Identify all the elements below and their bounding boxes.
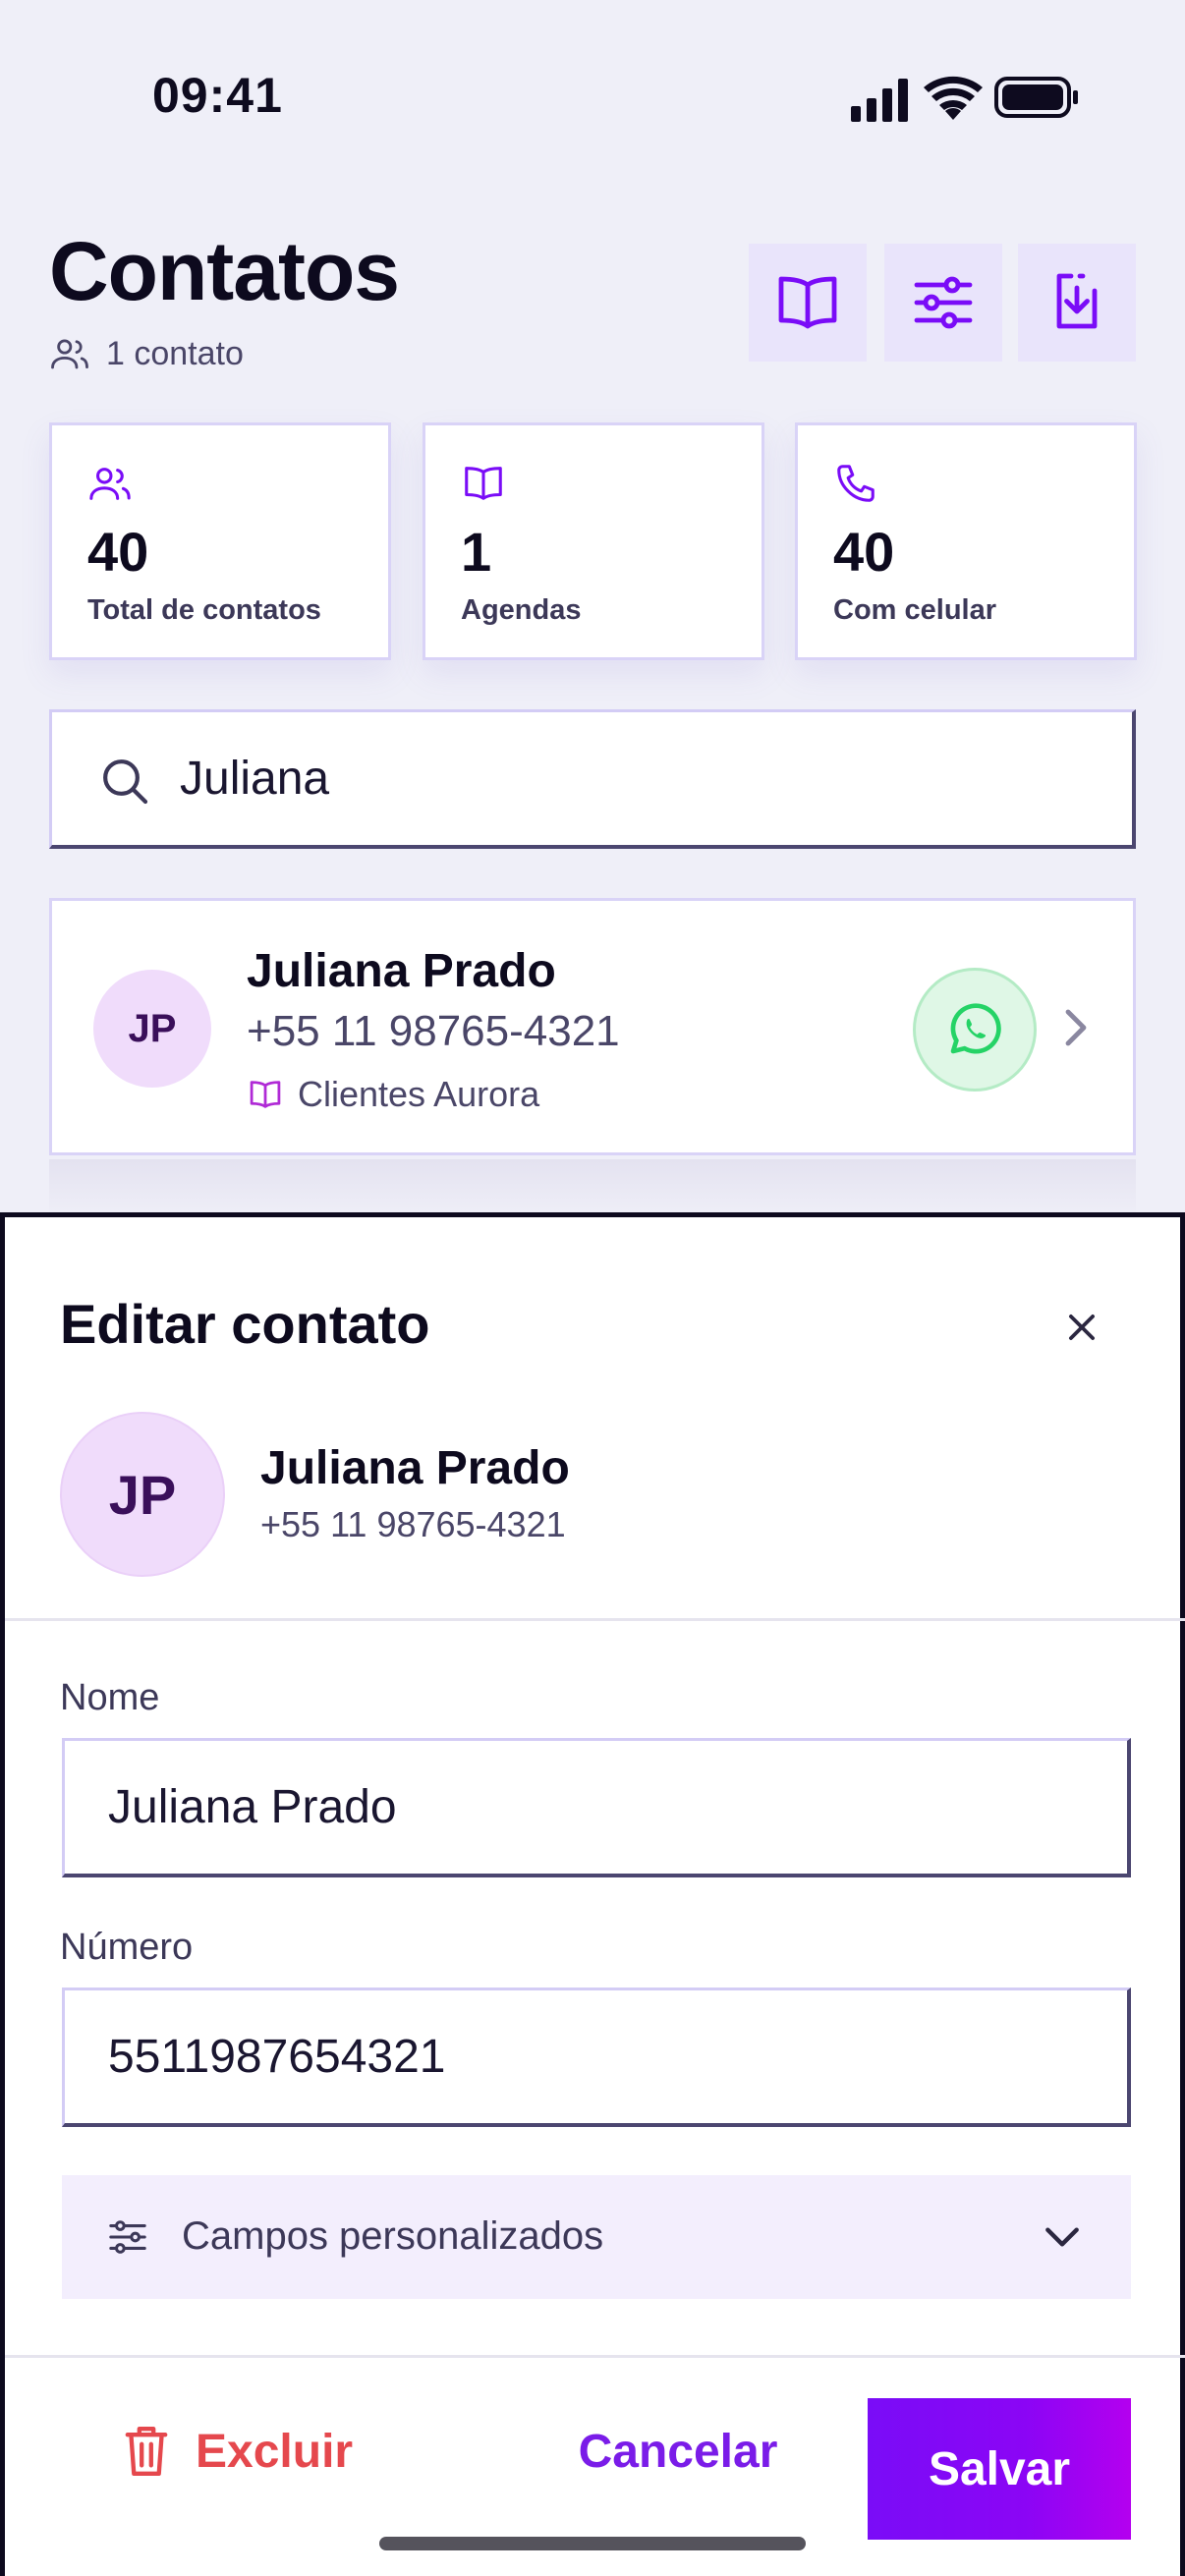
sheet-title: Editar contato — [60, 1293, 430, 1355]
divider — [5, 2355, 1185, 2358]
users-icon — [89, 468, 131, 500]
filters-button[interactable] — [884, 244, 1002, 362]
battery-icon — [994, 77, 1078, 118]
search-icon — [103, 759, 148, 805]
sheet-contact-name: Juliana Prado — [260, 1442, 570, 1494]
stat-card-agendas: 1 Agendas — [423, 422, 764, 660]
stat-value: 40 — [87, 521, 149, 583]
wifi-icon — [924, 76, 983, 120]
delete-button[interactable]: Excluir — [123, 2402, 353, 2500]
list-fade — [49, 1159, 1136, 1218]
search-box[interactable] — [49, 709, 1136, 849]
delete-label: Excluir — [196, 2425, 354, 2478]
contact-count-text: 1 contato — [106, 334, 244, 372]
name-field-label: Nome — [60, 1677, 160, 1718]
signal-icon — [851, 79, 908, 122]
contact-phone: +55 11 98765-4321 — [247, 1007, 620, 1055]
contact-agenda-label: Clientes Aurora — [298, 1074, 540, 1114]
stat-card-mobile: 40 Com celular — [795, 422, 1137, 660]
avatar: JP — [60, 1412, 225, 1577]
phone-icon — [837, 465, 875, 502]
trash-icon — [125, 2427, 168, 2476]
search-input[interactable] — [180, 712, 1064, 845]
agendas-button[interactable] — [749, 244, 867, 362]
divider — [5, 1618, 1185, 1621]
whatsapp-icon — [950, 1003, 1001, 1054]
stat-label: Com celular — [833, 594, 996, 626]
stat-label: Total de contatos — [87, 594, 321, 626]
save-button[interactable]: Salvar — [868, 2398, 1131, 2540]
users-icon — [51, 339, 88, 369]
number-field[interactable]: 5511987654321 — [62, 1988, 1131, 2127]
book-icon — [465, 467, 502, 500]
book-icon — [250, 1081, 281, 1108]
download-icon — [1056, 273, 1098, 329]
contact-agenda: Clientes Aurora — [247, 1074, 539, 1115]
sliders-icon — [914, 276, 973, 329]
chevron-down-icon — [1045, 2227, 1079, 2247]
stat-value: 1 — [461, 521, 492, 583]
status-time: 09:41 — [152, 68, 283, 123]
contacts-screen: 09:41 Contatos 1 contato 40 Total de con… — [0, 0, 1185, 2576]
whatsapp-button[interactable] — [913, 968, 1037, 1092]
chevron-right-icon[interactable] — [1056, 1003, 1096, 1052]
custom-fields-label: Campos personalizados — [182, 2214, 604, 2258]
edit-contact-sheet: Editar contato JP Juliana Prado +55 11 9… — [0, 1212, 1185, 2576]
stat-value: 40 — [833, 521, 895, 583]
contact-name: Juliana Prado — [247, 945, 556, 997]
sliders-icon — [109, 2220, 146, 2254]
number-field-label: Número — [60, 1927, 194, 1968]
export-button[interactable] — [1018, 244, 1136, 362]
stat-card-total: 40 Total de contatos — [49, 422, 391, 660]
sheet-contact-phone: +55 11 98765-4321 — [260, 1504, 566, 1544]
cancel-button[interactable]: Cancelar — [555, 2402, 801, 2500]
status-icons — [851, 76, 1078, 122]
avatar: JP — [93, 970, 211, 1088]
contact-list-item[interactable]: JP Juliana Prado +55 11 98765-4321 Clien… — [49, 898, 1136, 1155]
name-field[interactable]: Juliana Prado — [62, 1738, 1131, 1877]
page-title: Contatos — [49, 225, 400, 317]
stat-label: Agendas — [461, 594, 582, 626]
custom-fields-toggle[interactable]: Campos personalizados — [62, 2175, 1131, 2299]
contact-count: 1 contato — [49, 334, 244, 373]
book-icon — [778, 276, 837, 329]
close-button[interactable] — [1050, 1296, 1113, 1359]
home-indicator — [379, 2537, 806, 2550]
close-icon — [1069, 1315, 1095, 1340]
